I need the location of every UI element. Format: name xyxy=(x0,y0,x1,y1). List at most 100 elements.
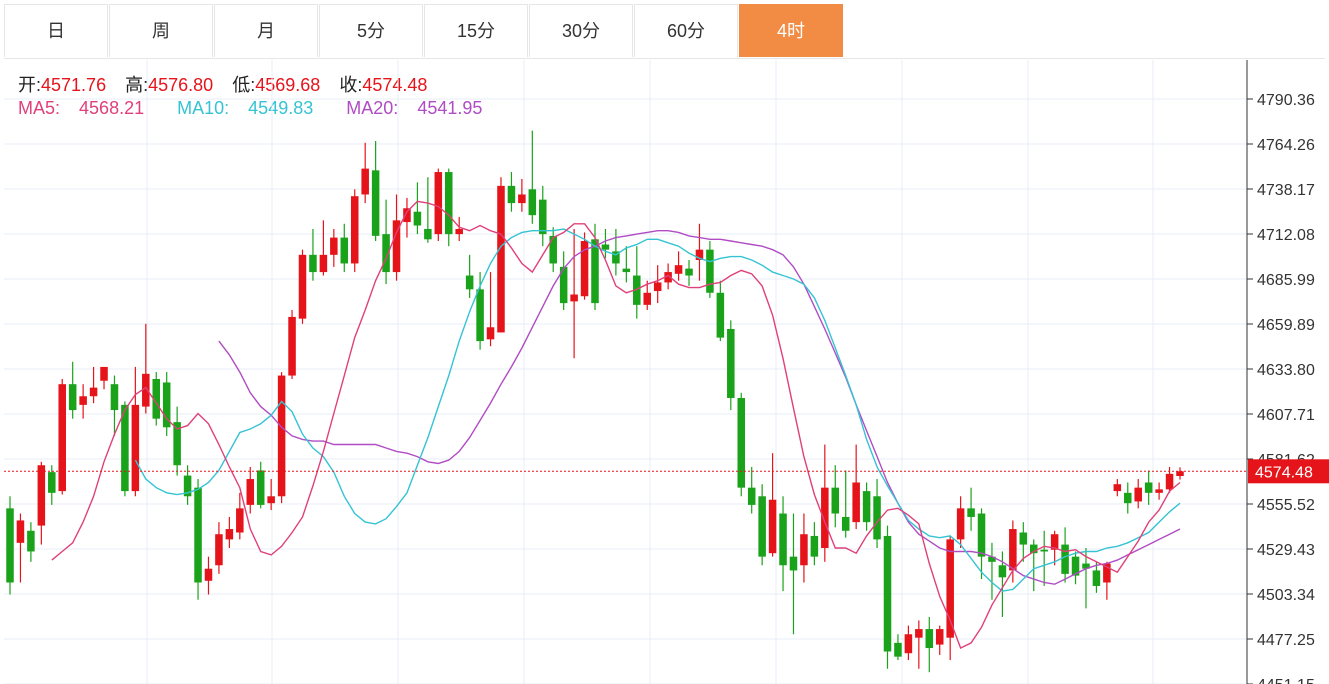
candle-body xyxy=(925,629,934,649)
candle-body xyxy=(601,244,610,250)
candle-body xyxy=(539,199,547,235)
candle-body xyxy=(852,482,860,523)
candle-body xyxy=(309,254,317,273)
candle-body xyxy=(946,539,954,638)
candle-body xyxy=(424,228,432,240)
candle-body xyxy=(653,282,662,292)
candle-body xyxy=(831,487,840,514)
candle-body xyxy=(497,185,505,333)
candle-body xyxy=(48,472,56,493)
tab-day[interactable]: 日 xyxy=(4,4,108,57)
candle-body xyxy=(465,275,474,290)
period-tabs: 日 周 月 5分 15分 30分 60分 4时 xyxy=(4,4,1325,59)
candle-body xyxy=(1113,484,1122,492)
candle-body xyxy=(1061,544,1069,574)
candle-body xyxy=(716,292,725,338)
candle-body xyxy=(528,189,537,216)
candle-body xyxy=(288,316,296,376)
candle-body xyxy=(434,172,443,235)
y-tick-label: 4477.25 xyxy=(1257,632,1315,649)
candle-body xyxy=(16,520,25,543)
candle-body xyxy=(256,470,265,505)
candle-body xyxy=(79,396,87,405)
candle-body xyxy=(267,496,275,504)
y-tick-label: 4764.26 xyxy=(1257,137,1315,154)
candle-body xyxy=(277,375,286,497)
candle-body xyxy=(110,384,119,411)
candle-body xyxy=(225,529,234,540)
y-tick-label: 4712.08 xyxy=(1257,227,1315,244)
candle-body xyxy=(841,516,850,531)
candle-body xyxy=(737,397,746,488)
y-tick-label: 4738.17 xyxy=(1257,182,1315,199)
ma20-line xyxy=(218,229,1181,585)
candle-body xyxy=(361,168,369,195)
y-tick-label: 4659.89 xyxy=(1257,317,1315,334)
candle-body xyxy=(1124,492,1132,504)
candle-body xyxy=(215,534,223,566)
candle-body xyxy=(413,211,422,226)
candle-body xyxy=(956,508,965,540)
last-price-label: 4574.48 xyxy=(1255,464,1313,481)
candle-body xyxy=(570,294,578,302)
y-tick-label: 4451.15 xyxy=(1257,677,1315,684)
candle-body xyxy=(142,373,150,407)
tab-week[interactable]: 周 xyxy=(109,4,213,57)
candle-body xyxy=(591,239,599,304)
candle-body xyxy=(821,487,829,549)
candle-body xyxy=(27,530,35,552)
candle-body xyxy=(476,289,484,342)
candle-body xyxy=(37,465,46,526)
candle-body xyxy=(873,496,881,540)
candle-body xyxy=(998,565,1007,578)
candle-body xyxy=(330,237,338,255)
candle-body xyxy=(89,387,98,397)
candle-body xyxy=(779,513,787,566)
candle-body xyxy=(977,513,986,557)
candlestick-chart[interactable]: 4790.36 4764.26 4738.17 4712.08 4685.99 4659.… xyxy=(0,60,1329,684)
candle-body xyxy=(747,487,756,505)
candle-body xyxy=(236,508,244,533)
y-tick-label: 4790.36 xyxy=(1257,92,1315,109)
tab-30min[interactable]: 30分 xyxy=(529,4,633,57)
candle-body xyxy=(758,496,766,557)
candle-body xyxy=(643,292,651,305)
candle-body xyxy=(1165,473,1174,490)
candle-body xyxy=(100,366,108,381)
y-tick-label: 4529.43 xyxy=(1257,542,1315,559)
candle-body xyxy=(800,534,808,566)
y-tick-label: 4685.99 xyxy=(1257,272,1315,289)
candle-body xyxy=(915,629,923,638)
candle-body xyxy=(622,268,631,273)
candle-body xyxy=(58,384,66,492)
candle-body xyxy=(904,634,913,654)
tab-5min[interactable]: 5分 xyxy=(319,4,423,57)
tab-15min[interactable]: 15分 xyxy=(424,4,528,57)
candle-body xyxy=(298,254,307,319)
candle-body xyxy=(350,196,359,264)
candle-body xyxy=(507,185,516,204)
candle-body xyxy=(967,508,975,517)
candle-body xyxy=(340,237,349,264)
candle-body xyxy=(685,268,693,276)
candle-body xyxy=(486,327,495,340)
candle-body xyxy=(768,499,777,554)
tab-4hour[interactable]: 4时 xyxy=(739,4,843,57)
candle-body xyxy=(894,642,902,657)
candle-body xyxy=(727,328,735,398)
candle-body xyxy=(1009,529,1017,571)
candle-body xyxy=(1040,549,1048,552)
candle-body xyxy=(455,228,463,235)
candle-body xyxy=(1155,489,1163,493)
tab-60min[interactable]: 60分 xyxy=(634,4,738,57)
candle-body xyxy=(862,491,871,523)
candle-body xyxy=(810,535,819,557)
candle-body xyxy=(131,404,140,492)
tab-month[interactable]: 月 xyxy=(214,4,318,57)
candle-body xyxy=(518,194,526,204)
candle-body xyxy=(246,479,255,505)
candle-body xyxy=(204,568,213,581)
candle-body xyxy=(371,170,380,236)
candle-body xyxy=(1134,487,1142,502)
candle-body xyxy=(1019,532,1028,545)
